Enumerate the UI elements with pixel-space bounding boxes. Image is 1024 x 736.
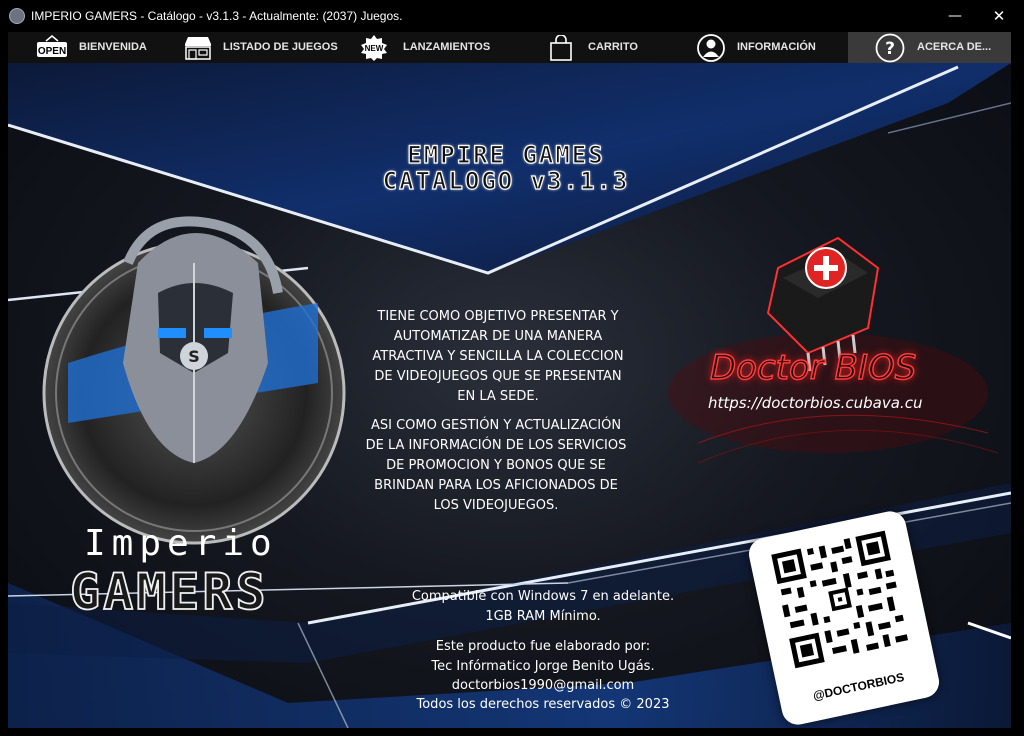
nav-item-listado[interactable]: LISTADO DE JUEGOS — [174, 32, 340, 63]
about-panel: S EMPIRE GAMES CATALOGO v3.1.3 TIENE COM… — [8, 63, 1011, 728]
minimize-button[interactable]: — — [932, 0, 978, 32]
description-paragraph-1: TIENE COMO OBJETIVO PRESENTAR Y AUTOMATI… — [348, 307, 648, 407]
description-line: DE LA INFORMACIÓN DE LOS SERVICIOS — [365, 438, 627, 453]
store-icon — [183, 35, 213, 61]
new-badge-text: NEW — [365, 44, 384, 53]
brand-line-1: Imperio — [84, 523, 278, 564]
emblem-letter: S — [188, 347, 200, 366]
main-nav: OPEN BIENVENIDA LISTADO DE JUEGOS NEW LA… — [8, 32, 1011, 63]
nav-label: LISTADO DE JUEGOS — [223, 41, 338, 53]
credits-line-2: Tec Infórmatico Jorge Benito Ugás. — [431, 659, 655, 674]
nav-item-acerca-de[interactable]: ? ACERCA DE... — [848, 32, 1011, 63]
credits-email: doctorbios1990@gmail.com — [451, 678, 635, 693]
description-line: EN LA SEDE. — [457, 389, 539, 404]
close-button[interactable]: ✕ — [976, 0, 1022, 32]
description-line: LOS VIDEOJUEGOS. — [433, 498, 559, 513]
open-sign-icon: OPEN — [36, 35, 68, 61]
nav-item-bienvenida[interactable]: OPEN BIENVENIDA — [8, 32, 174, 63]
nav-item-informacion[interactable]: INFORMACIÓN — [672, 32, 848, 63]
credits-line-1: Este producto fue elaborado por: — [435, 639, 651, 654]
description-line: DE PROMOCION Y BONOS QUE SE — [386, 458, 606, 473]
title-bar: IMPERIO GAMERS - Catálogo - v3.1.3 - Act… — [0, 0, 1024, 32]
nav-item-carrito[interactable]: CARRITO — [506, 32, 672, 63]
nav-label: LANZAMIENTOS — [403, 41, 491, 53]
requirements-line-1: Compatible con Windows 7 en adelante. — [411, 589, 675, 604]
new-badge-icon: NEW — [360, 35, 388, 61]
description-paragraph-2: ASI COMO GESTIÓN Y ACTUALIZACIÓN DE LA I… — [338, 416, 654, 516]
app-icon — [9, 8, 25, 24]
nav-label: ACERCA DE... — [917, 41, 992, 53]
description-line: BRINDAN PARA LOS AFICIONADOS DE — [374, 478, 618, 493]
nav-label: BIENVENIDA — [79, 41, 147, 53]
header-line-2: CATALOGO v3.1.3 — [382, 166, 630, 195]
credits-copyright: Todos los derechos reservados © 2023 — [416, 697, 670, 712]
description-line: AUTOMATIZAR DE UNA MANERA — [393, 329, 603, 344]
description-line: ASI COMO GESTIÓN Y ACTUALIZACIÓN — [370, 418, 622, 433]
question-icon: ? — [875, 33, 905, 63]
header-line-1: EMPIRE GAMES — [407, 140, 605, 169]
nav-item-lanzamientos[interactable]: NEW LANZAMIENTOS — [340, 32, 506, 63]
window-title: IMPERIO GAMERS - Catálogo - v3.1.3 - Act… — [31, 9, 403, 23]
description-line: ATRACTIVA Y SENCILLA LA COLECCION — [372, 349, 624, 364]
doctor-bios-logo: Doctor BIOS — [709, 347, 917, 389]
nav-label: CARRITO — [588, 41, 638, 53]
open-sign-text: OPEN — [38, 46, 66, 57]
description-line: DE VIDEOJUEGOS QUE SE PRESENTAN — [374, 369, 622, 384]
qr-code-icon — [766, 525, 914, 673]
description-line: TIENE COMO OBJETIVO PRESENTAR Y — [377, 309, 619, 324]
requirements-line-2: 1GB RAM Mínimo. — [485, 609, 601, 624]
nav-label: INFORMACIÓN — [737, 41, 816, 53]
person-icon — [697, 34, 725, 62]
svg-text:?: ? — [885, 39, 895, 59]
doctor-bios-url: https://doctorbios.cubava.cu — [708, 394, 923, 412]
shopping-bag-icon — [549, 35, 573, 61]
brand-line-2: GAMERS — [69, 562, 269, 622]
